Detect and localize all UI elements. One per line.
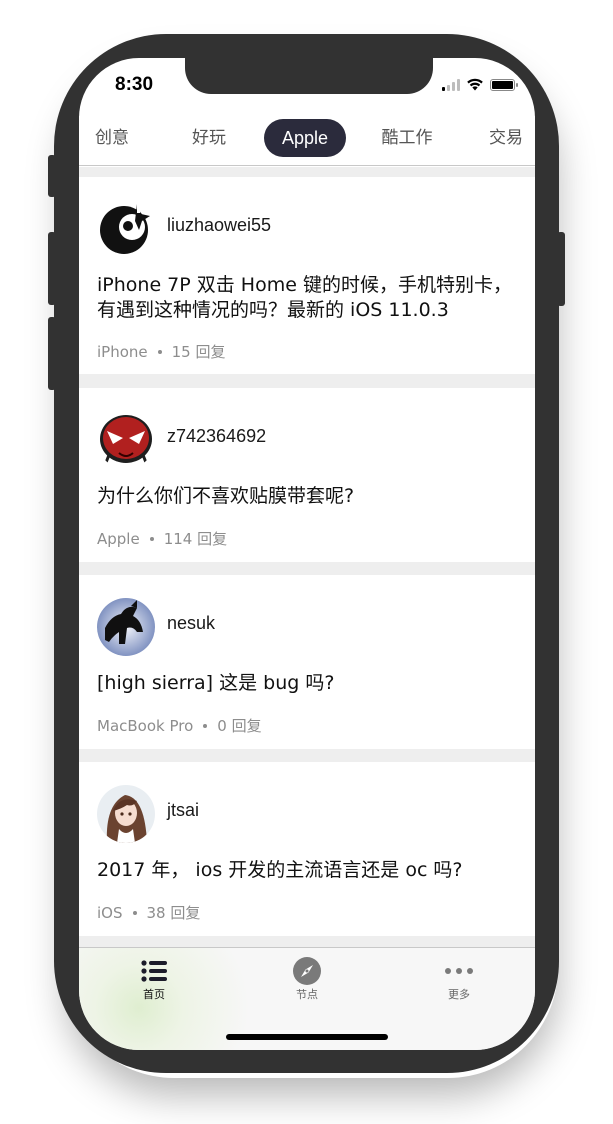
topic-card[interactable]: z742364692 为什么你们不喜欢贴膜带套呢? Apple 114 回复 [79, 388, 535, 562]
bottom-tab-nodes[interactable]: 节点 [267, 957, 347, 1002]
power-button [557, 232, 565, 306]
reply-count: 15 回复 [171, 343, 226, 361]
topic-card[interactable]: jtsai 2017 年， ios 开发的主流语言还是 oc 吗? iOS 38… [79, 762, 535, 936]
reply-count: 0 回复 [217, 717, 262, 735]
node-label[interactable]: iPhone [97, 343, 148, 361]
node-label[interactable]: MacBook Pro [97, 717, 193, 735]
separator-dot [149, 536, 154, 541]
tab-creative[interactable]: 创意 [93, 119, 131, 157]
battery-icon [490, 78, 518, 91]
topic-card[interactable]: liuzhaowei55 iPhone 7P 双击 Home 键的时候，手机特别… [79, 177, 535, 374]
topic-meta: iPhone 15 回复 [97, 341, 226, 362]
cellular-signal-icon [442, 78, 460, 91]
separator-dot [132, 910, 137, 915]
tab-trade[interactable]: 交易 [487, 119, 525, 157]
tab-apple[interactable]: Apple [264, 119, 347, 157]
reply-count: 38 回复 [146, 904, 201, 922]
mute-switch [48, 155, 56, 197]
volume-down-button [48, 317, 56, 390]
topic-feed[interactable]: liuzhaowei55 iPhone 7P 双击 Home 键的时候，手机特别… [79, 167, 535, 947]
list-icon [141, 960, 167, 982]
ninja-avatar-icon[interactable] [97, 200, 155, 258]
separator-dot [203, 723, 208, 728]
topic-meta: Apple 114 回复 [97, 528, 227, 549]
topic-card[interactable]: nesuk [high sierra] 这是 bug 吗? MacBook Pr… [79, 575, 535, 749]
username[interactable]: liuzhaowei55 [167, 215, 271, 236]
phone-screen: 8:30 创意 好玩 Apple 酷工作 交易 liuzhaowei55 iPh… [79, 58, 535, 1050]
topic-meta: MacBook Pro 0 回复 [97, 715, 262, 736]
topic-title[interactable]: 2017 年， ios 开发的主流语言还是 oc 吗? [97, 858, 517, 883]
bottom-tab-label: 更多 [448, 988, 470, 1001]
status-time: 8:30 [115, 74, 154, 95]
volume-up-button [48, 232, 56, 305]
username[interactable]: jtsai [167, 800, 199, 821]
bottom-tab-label: 节点 [296, 988, 318, 1001]
category-tab-bar: 创意 好玩 Apple 酷工作 交易 [79, 116, 535, 166]
bottom-tab-bar: 首页 节点 更多 [79, 947, 535, 1050]
bottom-tab-more[interactable]: 更多 [419, 960, 499, 1002]
node-label[interactable]: Apple [97, 530, 140, 548]
notch [185, 58, 433, 94]
username[interactable]: z742364692 [167, 426, 266, 447]
tab-fun[interactable]: 好玩 [190, 119, 228, 157]
red-mask-avatar-icon[interactable] [97, 411, 155, 469]
wifi-icon [467, 78, 483, 91]
anime-girl-avatar-icon[interactable] [97, 785, 155, 843]
compass-icon [293, 957, 321, 985]
bottom-tab-home[interactable]: 首页 [114, 960, 194, 1002]
bottom-tab-label: 首页 [143, 988, 165, 1001]
topic-meta: iOS 38 回复 [97, 902, 200, 923]
silhouette-avatar-icon[interactable] [97, 598, 155, 656]
separator-dot [157, 349, 162, 354]
more-dots-icon [445, 968, 473, 974]
node-label[interactable]: iOS [97, 904, 123, 922]
reply-count: 114 回复 [163, 530, 228, 548]
topic-title[interactable]: [high sierra] 这是 bug 吗? [97, 671, 517, 696]
home-indicator[interactable] [226, 1034, 388, 1040]
tab-cool-jobs[interactable]: 酷工作 [378, 119, 436, 157]
username[interactable]: nesuk [167, 613, 215, 634]
topic-title[interactable]: iPhone 7P 双击 Home 键的时候，手机特别卡，有遇到这种情况的吗？最… [97, 273, 517, 323]
topic-title[interactable]: 为什么你们不喜欢贴膜带套呢? [97, 484, 517, 509]
status-icons [442, 78, 518, 91]
